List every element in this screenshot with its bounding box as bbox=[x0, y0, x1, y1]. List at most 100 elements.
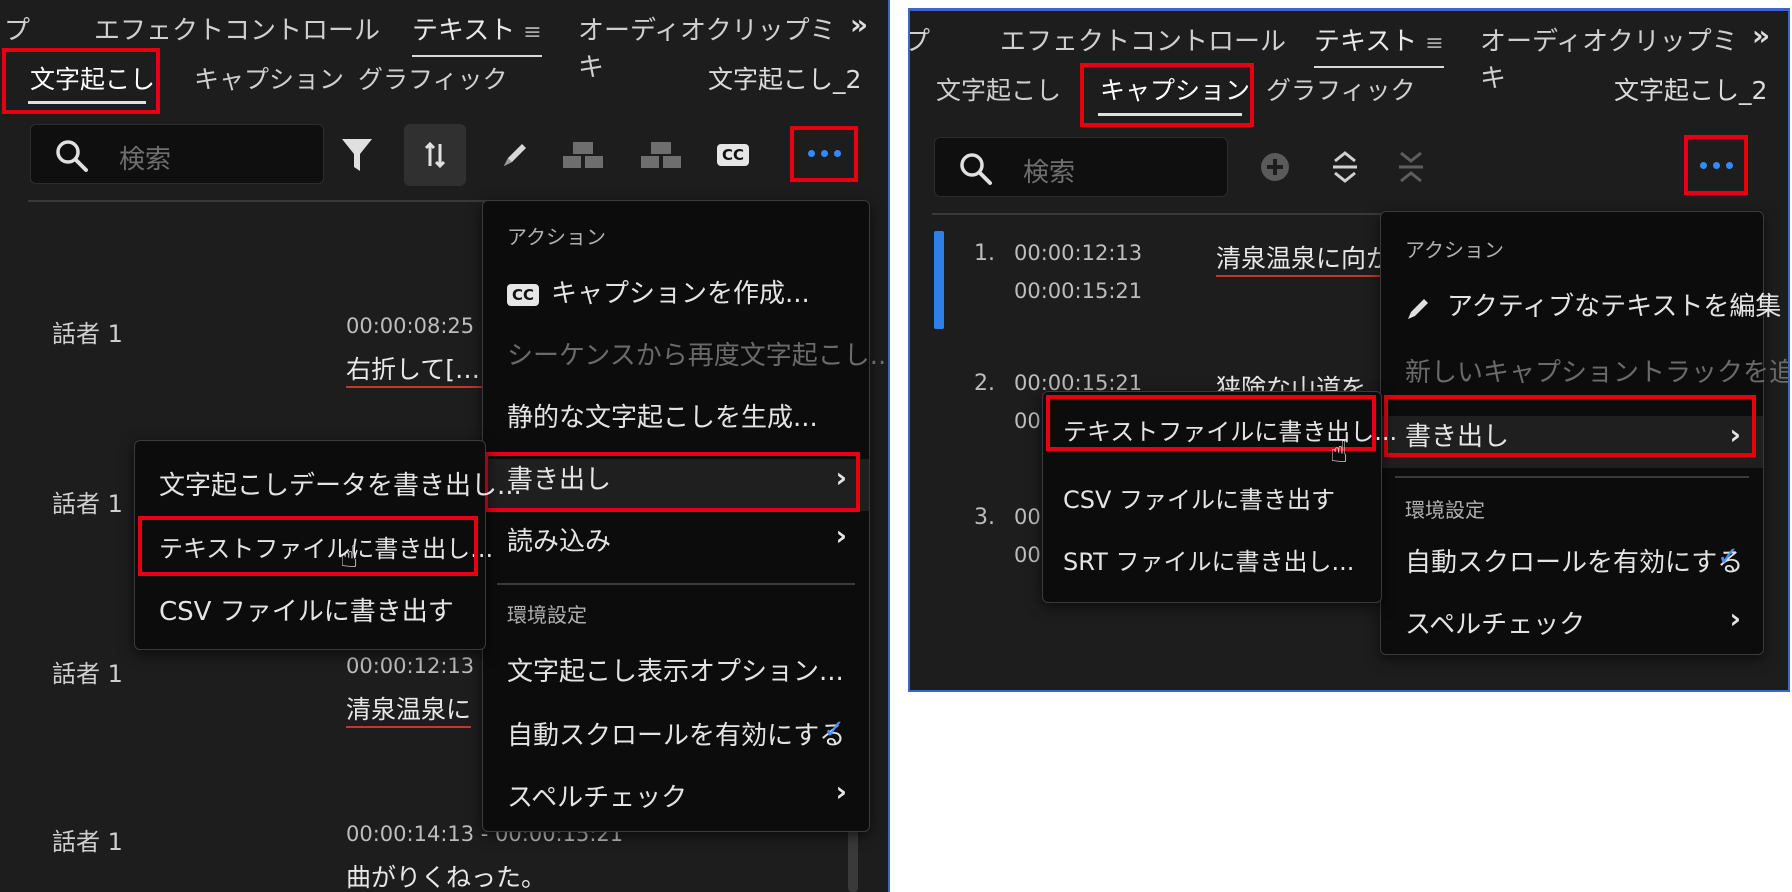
caption-text[interactable]: 清泉温泉に向か bbox=[1216, 239, 1392, 277]
more-options-menu: アクション CC キャプションを作成... シーケンスから再度文字起こし... 静… bbox=[482, 200, 888, 832]
menu-item-label: キャプションを作成... bbox=[551, 279, 810, 309]
menu-section-prefs: 環境設定 bbox=[1405, 498, 1485, 522]
transcript-panel: プ エフェクトコントロール テキスト ≡ オーディオクリップミキ » 文字起こし … bbox=[0, 0, 890, 892]
menu-item-add-caption-track[interactable]: 新しいキャプショントラックを追加... bbox=[1381, 352, 1788, 389]
submenu-export-srt[interactable]: SRT ファイルに書き出し... bbox=[1043, 542, 1381, 577]
overflow-chevron-icon[interactable]: » bbox=[1752, 19, 1770, 52]
menu-item-label: スペルチェック bbox=[1405, 610, 1586, 640]
subtab-captions[interactable]: キャプション bbox=[194, 60, 344, 96]
subtab-graphics[interactable]: グラフィック bbox=[358, 60, 508, 96]
filter-icon bbox=[342, 139, 372, 171]
segment-text[interactable]: 清泉温泉に bbox=[346, 690, 472, 728]
ellipsis-icon bbox=[833, 149, 841, 157]
sequence-name: 文字起こし_2 bbox=[708, 65, 862, 94]
subtab-transcript[interactable]: 文字起こし bbox=[936, 71, 1061, 107]
subtab-captions[interactable]: キャプション bbox=[1100, 71, 1250, 107]
search-icon bbox=[56, 140, 88, 172]
ellipsis-icon bbox=[1712, 161, 1720, 169]
split-button[interactable] bbox=[636, 130, 686, 180]
cc-icon: CC bbox=[716, 144, 750, 166]
hamburger-icon[interactable]: ≡ bbox=[1425, 31, 1443, 56]
checkmark-icon: ✓ bbox=[823, 715, 845, 745]
segment-text[interactable]: 曲がりくねった。 bbox=[346, 858, 546, 892]
submenu-export-text[interactable]: テキストファイルに書き出し... bbox=[135, 529, 493, 564]
ellipsis-icon bbox=[807, 149, 815, 157]
hand-cursor-icon: ☝ bbox=[1330, 435, 1349, 470]
sync-scroll-button[interactable] bbox=[404, 124, 466, 186]
more-options-button[interactable] bbox=[1690, 153, 1742, 177]
segment-timecode: 00:00:08:25 bbox=[346, 314, 475, 338]
menu-item-autoscroll[interactable]: 自動スクロールを有効にする ✓ bbox=[483, 715, 869, 752]
panel-tab-row: プ エフェクトコントロール テキスト≡ オーディオクリップミキ » bbox=[0, 0, 888, 83]
split-segments-icon bbox=[641, 142, 681, 168]
more-options-menu: アクション アクティブなテキストを編集 新しいキャプショントラックを追加... … bbox=[1380, 211, 1788, 655]
menu-item-spellcheck[interactable]: スペルチェック › bbox=[483, 775, 869, 814]
menu-item-label: 自動スクロールを有効にする bbox=[1405, 548, 1744, 578]
menu-item-label: 書き出し bbox=[1405, 422, 1510, 452]
overflow-chevron-icon[interactable]: » bbox=[850, 8, 868, 41]
collapse-icon bbox=[1399, 151, 1423, 183]
checkmark-icon: ✓ bbox=[1717, 542, 1739, 572]
tab-partial[interactable]: プ bbox=[4, 10, 30, 47]
menu-item-label: スペルチェック bbox=[507, 783, 688, 813]
caption-end: 00:00:15:21 bbox=[1014, 279, 1143, 303]
merge-button[interactable] bbox=[558, 130, 608, 180]
menu-item-export[interactable]: 書き出し › bbox=[483, 459, 869, 511]
ellipsis-icon bbox=[1699, 161, 1707, 169]
speaker-label: 話者 1 bbox=[52, 490, 123, 518]
menu-item-display-options[interactable]: 文字起こし表示オプション... bbox=[483, 651, 869, 688]
menu-item-label: 書き出し bbox=[507, 465, 612, 495]
expand-button[interactable] bbox=[1320, 142, 1370, 192]
menu-item-autoscroll[interactable]: 自動スクロールを有効にする ✓ bbox=[1381, 542, 1763, 579]
sync-arrows-icon bbox=[424, 141, 446, 169]
tab-text[interactable]: テキスト ≡ bbox=[412, 10, 542, 57]
add-caption-button[interactable] bbox=[1250, 142, 1300, 192]
submenu-export-csv[interactable]: CSV ファイルに書き出す bbox=[1043, 480, 1381, 515]
expand-icon bbox=[1333, 151, 1357, 183]
caption-start: 00:00:12:13 bbox=[1014, 241, 1143, 265]
tab-effect-controls[interactable]: エフェクトコントロール bbox=[94, 10, 380, 47]
menu-item-import[interactable]: 読み込み › bbox=[483, 519, 869, 558]
menu-item-label: アクティブなテキストを編集 bbox=[1447, 292, 1782, 322]
search-icon bbox=[960, 153, 992, 185]
hamburger-icon[interactable]: ≡ bbox=[523, 20, 541, 45]
search-placeholder: 検索 bbox=[119, 145, 172, 175]
tab-text[interactable]: テキスト ≡ bbox=[1314, 21, 1444, 68]
caption-end: 00 bbox=[1014, 543, 1041, 567]
menu-item-spellcheck[interactable]: スペルチェック › bbox=[1381, 602, 1763, 641]
ellipsis-icon bbox=[820, 149, 828, 157]
caption-index: 1. bbox=[974, 241, 995, 266]
captions-button[interactable]: CC bbox=[708, 130, 758, 180]
active-caption-indicator bbox=[934, 231, 944, 329]
tab-text-label: テキスト bbox=[412, 16, 516, 46]
search-field[interactable]: 検索 bbox=[30, 124, 324, 184]
tab-partial[interactable]: プ bbox=[910, 21, 930, 58]
speaker-label: 話者 1 bbox=[52, 320, 123, 348]
menu-item-static-transcript[interactable]: 静的な文字起こしを生成... bbox=[483, 397, 869, 434]
caption-index: 3. bbox=[974, 505, 995, 530]
menu-item-export[interactable]: 書き出し › bbox=[1381, 416, 1763, 468]
menu-item-edit-active-text[interactable]: アクティブなテキストを編集 bbox=[1381, 286, 1781, 323]
speaker-label: 話者 1 bbox=[52, 660, 123, 688]
subtab-transcript[interactable]: 文字起こし bbox=[30, 60, 155, 96]
subtab-graphics[interactable]: グラフィック bbox=[1266, 71, 1416, 107]
collapse-button[interactable] bbox=[1386, 142, 1436, 192]
submenu-export-csv[interactable]: CSV ファイルに書き出す bbox=[135, 591, 485, 628]
filter-button[interactable] bbox=[332, 130, 382, 180]
export-submenu: テキストファイルに書き出し... CSV ファイルに書き出す SRT ファイルに… bbox=[1042, 391, 1397, 603]
search-field[interactable]: 検索 bbox=[934, 137, 1228, 197]
sequence-name: 文字起こし_2 bbox=[1614, 76, 1768, 105]
submenu-export-transcript[interactable]: 文字起こしデータを書き出し... bbox=[135, 465, 522, 502]
menu-item-create-caption[interactable]: CC キャプションを作成... bbox=[483, 273, 869, 310]
search-placeholder: 検索 bbox=[1023, 158, 1076, 188]
segment-text[interactable]: 右折して[…] bbox=[346, 350, 490, 388]
pencil-icon bbox=[1408, 298, 1428, 319]
menu-item-label: 読み込み bbox=[507, 527, 612, 557]
caption-end: 00 bbox=[1014, 409, 1041, 433]
more-options-button[interactable] bbox=[796, 140, 852, 166]
chevron-right-icon: › bbox=[835, 775, 847, 808]
edit-button[interactable] bbox=[490, 130, 540, 180]
captions-panel: プ エフェクトコントロール テキスト≡ オーディオクリップミキ » 文字起こし … bbox=[908, 8, 1790, 692]
menu-item-retranscribe[interactable]: シーケンスから再度文字起こし... bbox=[483, 335, 888, 372]
tab-effect-controls[interactable]: エフェクトコントロール bbox=[1000, 21, 1286, 58]
